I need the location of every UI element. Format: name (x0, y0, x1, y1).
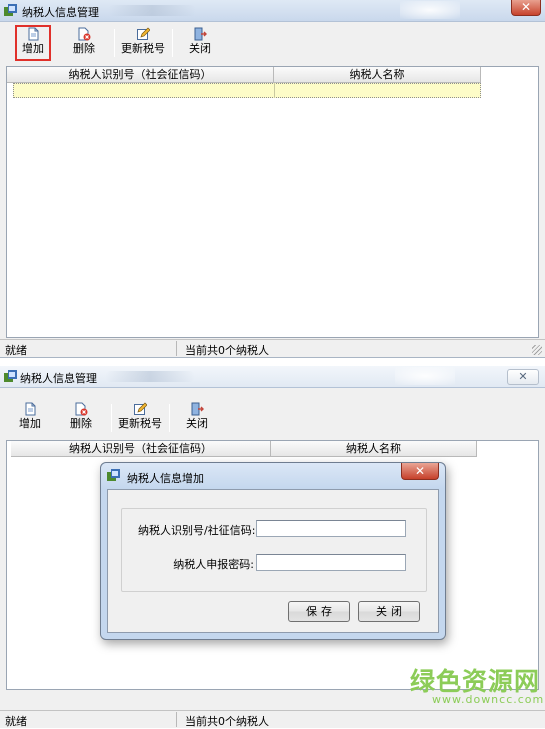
update-tax-number-label: 更新税号 (118, 417, 162, 430)
delete-button[interactable]: 删除 (67, 25, 101, 61)
title-blur (105, 371, 195, 382)
close-label: 关闭 (189, 42, 211, 55)
title-bar[interactable]: 纳税人信息管理 ✕ (0, 0, 545, 22)
dialog-close-button[interactable]: ✕ (401, 463, 439, 480)
dialog-title-bar[interactable]: 纳税人信息增加 ✕ (101, 463, 445, 489)
add-label: 增加 (19, 417, 41, 430)
title-glow (395, 367, 455, 385)
close-button[interactable]: 关闭 (180, 400, 214, 436)
window-title: 纳税人信息管理 (22, 6, 99, 19)
dialog-cancel-button[interactable]: 关闭 (358, 601, 420, 622)
column-header-tax-id[interactable]: 纳税人识别号（社会征信码） (7, 67, 274, 83)
delete-label: 删除 (73, 42, 95, 55)
title-blur (108, 5, 196, 16)
toolbar: 增加 删除 更新税号 关闭 (0, 398, 545, 438)
window-title: 纳税人信息管理 (20, 372, 97, 385)
exit-door-icon (194, 27, 207, 41)
close-label: 关闭 (186, 417, 208, 430)
status-ready: 就绪 (5, 344, 27, 357)
toolbar: 增加 删除 更新税号 关闭 (0, 23, 545, 63)
resize-grip[interactable] (532, 345, 542, 355)
app-icon (4, 4, 17, 16)
edit-icon (137, 27, 150, 40)
title-bar[interactable]: 纳税人信息管理 ✕ (0, 366, 545, 388)
new-document-icon (28, 27, 39, 41)
toolbar-separator (114, 29, 115, 57)
dialog-title: 纳税人信息增加 (127, 472, 204, 485)
table-row[interactable] (13, 83, 481, 98)
add-taxpayer-dialog: 纳税人信息增加 ✕ 纳税人识别号/社征信码: 纳税人申报密码: 保存 关闭 (100, 462, 446, 640)
update-tax-number-label: 更新税号 (121, 42, 165, 55)
app-icon (4, 370, 17, 382)
row-cell-divider (274, 83, 275, 98)
add-label: 增加 (22, 42, 44, 55)
exit-door-icon (191, 402, 204, 416)
delete-label: 删除 (70, 417, 92, 430)
save-button[interactable]: 保存 (288, 601, 350, 622)
delete-document-icon (78, 27, 91, 41)
window-close-button[interactable]: ✕ (507, 369, 539, 385)
edit-icon (134, 402, 147, 415)
add-button[interactable]: 增加 (14, 400, 46, 436)
status-bar: 就绪 当前共0个纳税人 (0, 339, 545, 357)
update-tax-number-button[interactable]: 更新税号 (117, 400, 163, 436)
form-groupbox: 纳税人识别号/社征信码: 纳税人申报密码: (121, 508, 427, 592)
toolbar-separator (169, 404, 170, 432)
delete-button[interactable]: 删除 (64, 400, 98, 436)
main-window: 纳税人信息管理 ✕ 增加 删除 更新税号 关闭 纳税人识别号（社会征信码） 纳税… (0, 0, 545, 358)
column-header-taxpayer-name[interactable]: 纳税人名称 (271, 441, 477, 457)
new-document-icon (25, 402, 36, 416)
app-icon (107, 469, 120, 481)
delete-document-icon (75, 402, 88, 416)
tax-id-label: 纳税人识别号/社征信码: (138, 524, 256, 537)
close-button[interactable]: 关闭 (183, 25, 217, 61)
site-watermark: 绿色资源网 www.downcc.com (404, 660, 543, 710)
tax-id-input[interactable] (256, 520, 406, 537)
taxpayer-grid[interactable]: 纳税人识别号（社会征信码） 纳税人名称 (6, 66, 539, 338)
toolbar-separator (172, 29, 173, 57)
status-count: 当前共0个纳税人 (185, 344, 269, 357)
toolbar-separator (111, 404, 112, 432)
add-button[interactable]: 增加 (17, 25, 49, 61)
window-close-button[interactable]: ✕ (511, 0, 541, 16)
title-glow (400, 1, 460, 19)
filing-password-label: 纳税人申报密码: (173, 558, 254, 571)
status-divider (176, 341, 177, 356)
column-header-tax-id[interactable]: 纳税人识别号（社会征信码） (11, 441, 271, 457)
status-count: 当前共0个纳税人 (185, 715, 269, 728)
dialog-body: 纳税人识别号/社征信码: 纳税人申报密码: 保存 关闭 (107, 489, 439, 633)
status-ready: 就绪 (5, 715, 27, 728)
filing-password-input[interactable] (256, 554, 406, 571)
watermark-url: www.downcc.com (432, 693, 545, 706)
status-bar: 就绪 当前共0个纳税人 (0, 710, 545, 728)
update-tax-number-button[interactable]: 更新税号 (120, 25, 166, 61)
status-divider (176, 712, 177, 727)
column-header-taxpayer-name[interactable]: 纳税人名称 (274, 67, 481, 83)
